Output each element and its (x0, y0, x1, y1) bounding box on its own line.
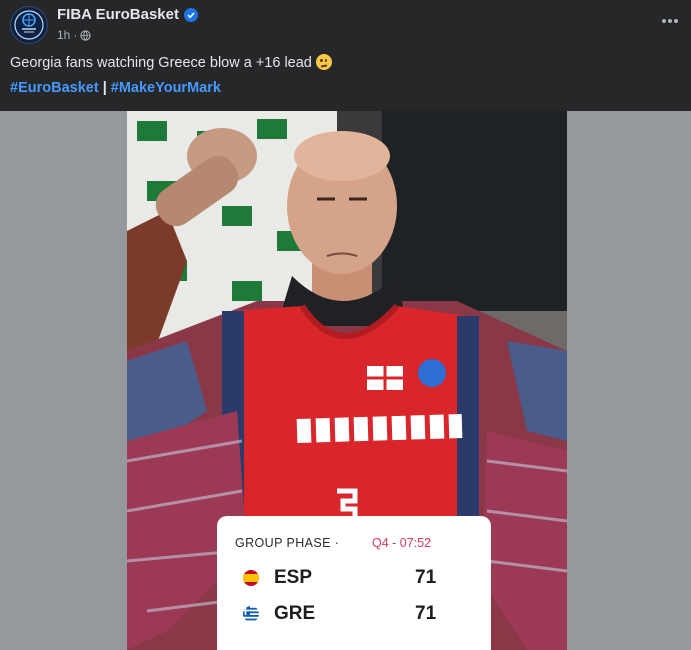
team-row: ESP 71 (241, 566, 481, 590)
team-row: GRE 71 (241, 602, 481, 626)
page-name[interactable]: FIBA EuroBasket (57, 6, 179, 23)
hashtag-eurobasket[interactable]: #EuroBasket (10, 80, 99, 96)
hashtag-line: #EuroBasket | #MakeYourMark (10, 80, 221, 96)
confused-face-emoji-icon (315, 54, 332, 70)
team-code: GRE (274, 603, 316, 624)
meta-dot: · (73, 28, 78, 42)
team-score: 71 (415, 567, 437, 588)
scoreboard-overlay: GROUP PHASE · Q4 - 07:52 ESP 71 GRE 71 (217, 516, 491, 650)
more-options-button[interactable] (659, 10, 681, 32)
post-header: FIBA EuroBasket 1h · (0, 0, 691, 50)
post-meta: 1h · (57, 28, 91, 42)
post-caption: Georgia fans watching Greece blow a +16 … (10, 54, 332, 71)
more-dots-icon (662, 19, 678, 23)
game-clock: Q4 - 07:52 (372, 536, 432, 550)
greece-flag-icon (243, 606, 259, 622)
spain-flag-icon (243, 570, 259, 586)
hashtag-makeyourmark[interactable]: #MakeYourMark (111, 80, 221, 96)
globe-icon[interactable] (80, 29, 91, 41)
game-phase-label: GROUP PHASE · (235, 536, 340, 550)
page-avatar[interactable] (10, 6, 48, 44)
team-code: ESP (274, 567, 313, 588)
post-time[interactable]: 1h (57, 28, 70, 42)
fiba-eurobasket-logo (14, 10, 44, 40)
page-name-link[interactable]: FIBA EuroBasket (57, 6, 198, 23)
hashtag-separator: | (102, 80, 107, 96)
caption-text: Georgia fans watching Greece blow a +16 … (10, 55, 312, 71)
team-score: 71 (415, 603, 437, 624)
verified-badge-icon (183, 7, 198, 22)
